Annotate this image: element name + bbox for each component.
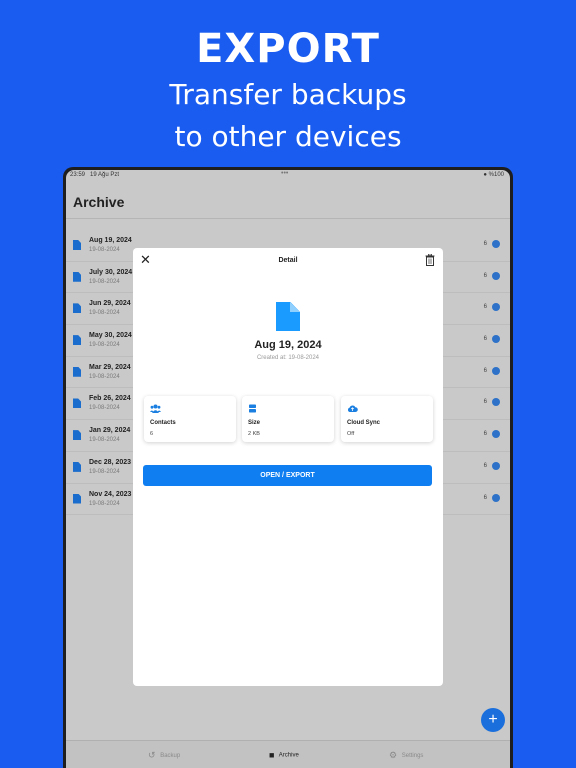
sync-badge-icon (492, 366, 500, 375)
sync-badge-icon (492, 493, 500, 502)
file-icon (73, 461, 81, 472)
list-item-title: Jun 29, 2024 (89, 300, 131, 308)
list-item-title: Nov 24, 2023 (89, 490, 132, 498)
sync-badge-icon (492, 461, 500, 470)
status-battery: ● %100 (483, 172, 504, 178)
hero-title: EXPORT (196, 26, 380, 72)
list-item-subtitle: 19-08-2024 (89, 278, 120, 285)
storage-icon (249, 404, 256, 413)
list-item-subtitle: 19-08-2024 (89, 247, 120, 253)
detail-modal: ✕ Detail Aug 19, 2024 Created at: 19-08-… (133, 248, 443, 686)
open-export-button[interactable]: OPEN / EXPORT (143, 465, 432, 486)
tab-archive-label: Archive (278, 752, 299, 759)
list-item-subtitle: 19-08-2024 (89, 373, 120, 380)
file-icon (73, 493, 81, 504)
list-item-subtitle: 19-08-2024 (89, 310, 120, 317)
status-time: 23:59 (70, 172, 86, 178)
list-item-count: 6 (483, 431, 487, 438)
list-item-count: 6 (483, 241, 487, 247)
gear-icon: ⚙ (389, 750, 398, 760)
list-item-count: 6 (483, 367, 487, 374)
size-card: Size 2 KB (242, 396, 334, 442)
sync-badge-icon (492, 430, 500, 439)
list-item-subtitle: 19-08-2024 (89, 437, 120, 444)
size-value: 2 KB (248, 431, 260, 437)
size-label: Size (248, 420, 261, 426)
contacts-icon (150, 404, 161, 413)
tab-backup-label: Backup (160, 753, 181, 760)
file-icon (73, 430, 81, 441)
list-item-title: Jan 29, 2024 (89, 427, 131, 435)
list-item-count: 6 (483, 272, 487, 279)
hero-subtitle-line2: to other devices (174, 120, 402, 153)
status-bar: 23:59 19 Ağu Pzt ••• ● %100 (66, 170, 510, 182)
cloud-sync-value: Off (347, 431, 355, 437)
cloud-icon (347, 405, 358, 412)
tab-bar: ↺ Backup ■ Archive ⚙ Settings (66, 740, 510, 768)
modal-title: Detail (278, 257, 298, 264)
contacts-label: Contacts (150, 420, 176, 426)
list-item-count: 6 (483, 494, 487, 501)
created-at: Created at: 19-08-2024 (256, 355, 320, 361)
list-item-title: Aug 19, 2024 (89, 237, 132, 244)
contacts-value: 6 (150, 431, 154, 437)
list-item-subtitle: 19-08-2024 (89, 405, 120, 412)
cloud-sync-card: Cloud Sync Off (341, 396, 433, 442)
list-item-count: 6 (483, 304, 487, 311)
sync-badge-icon (492, 271, 500, 280)
sync-badge-icon (492, 303, 500, 312)
file-icon (73, 271, 81, 282)
file-icon (73, 398, 81, 409)
list-item-title: Feb 26, 2024 (89, 395, 131, 403)
page-title: Archive (73, 194, 125, 210)
hero-subtitle-line1: Transfer backups (169, 78, 407, 111)
battery-label: %100 (488, 172, 504, 178)
sync-badge-icon (492, 335, 500, 344)
list-item-count: 6 (483, 462, 487, 469)
list-item-title: May 30, 2024 (89, 332, 132, 340)
file-icon (73, 303, 81, 314)
sync-badge-icon (492, 398, 500, 407)
multitask-dots-icon[interactable]: ••• (281, 170, 288, 177)
document-fold (290, 302, 300, 312)
history-icon: ↺ (148, 750, 156, 760)
cloud-sync-label: Cloud Sync (347, 420, 381, 426)
file-icon (73, 366, 81, 377)
header-divider (66, 218, 510, 219)
backup-date: Aug 19, 2024 (254, 339, 322, 351)
list-item-title: Dec 28, 2023 (89, 458, 132, 466)
add-button[interactable]: + (481, 708, 505, 732)
document-icon (276, 302, 300, 331)
tab-settings[interactable]: ⚙ Settings (389, 750, 423, 761)
list-item-subtitle: 19-08-2024 (89, 342, 120, 349)
status-date: 19 Ağu Pzt (90, 172, 120, 178)
contacts-card: Contacts 6 (144, 396, 236, 442)
trash-icon[interactable] (425, 254, 435, 266)
list-item-title: Mar 29, 2024 (89, 363, 131, 371)
list-item-title: July 30, 2024 (89, 268, 133, 276)
tab-settings-label: Settings (401, 753, 424, 760)
document-icon: ■ (269, 750, 275, 760)
list-item-subtitle: 19-08-2024 (89, 500, 120, 507)
file-icon (73, 335, 81, 346)
list-item-count: 6 (483, 336, 487, 343)
tab-archive[interactable]: ■ Archive (269, 750, 299, 760)
file-icon (73, 240, 81, 250)
list-item-subtitle: 19-08-2024 (89, 468, 120, 475)
wifi-icon: ● (483, 172, 487, 178)
tab-backup[interactable]: ↺ Backup (148, 750, 180, 761)
list-item-count: 6 (483, 399, 487, 406)
sync-badge-icon (492, 240, 500, 248)
